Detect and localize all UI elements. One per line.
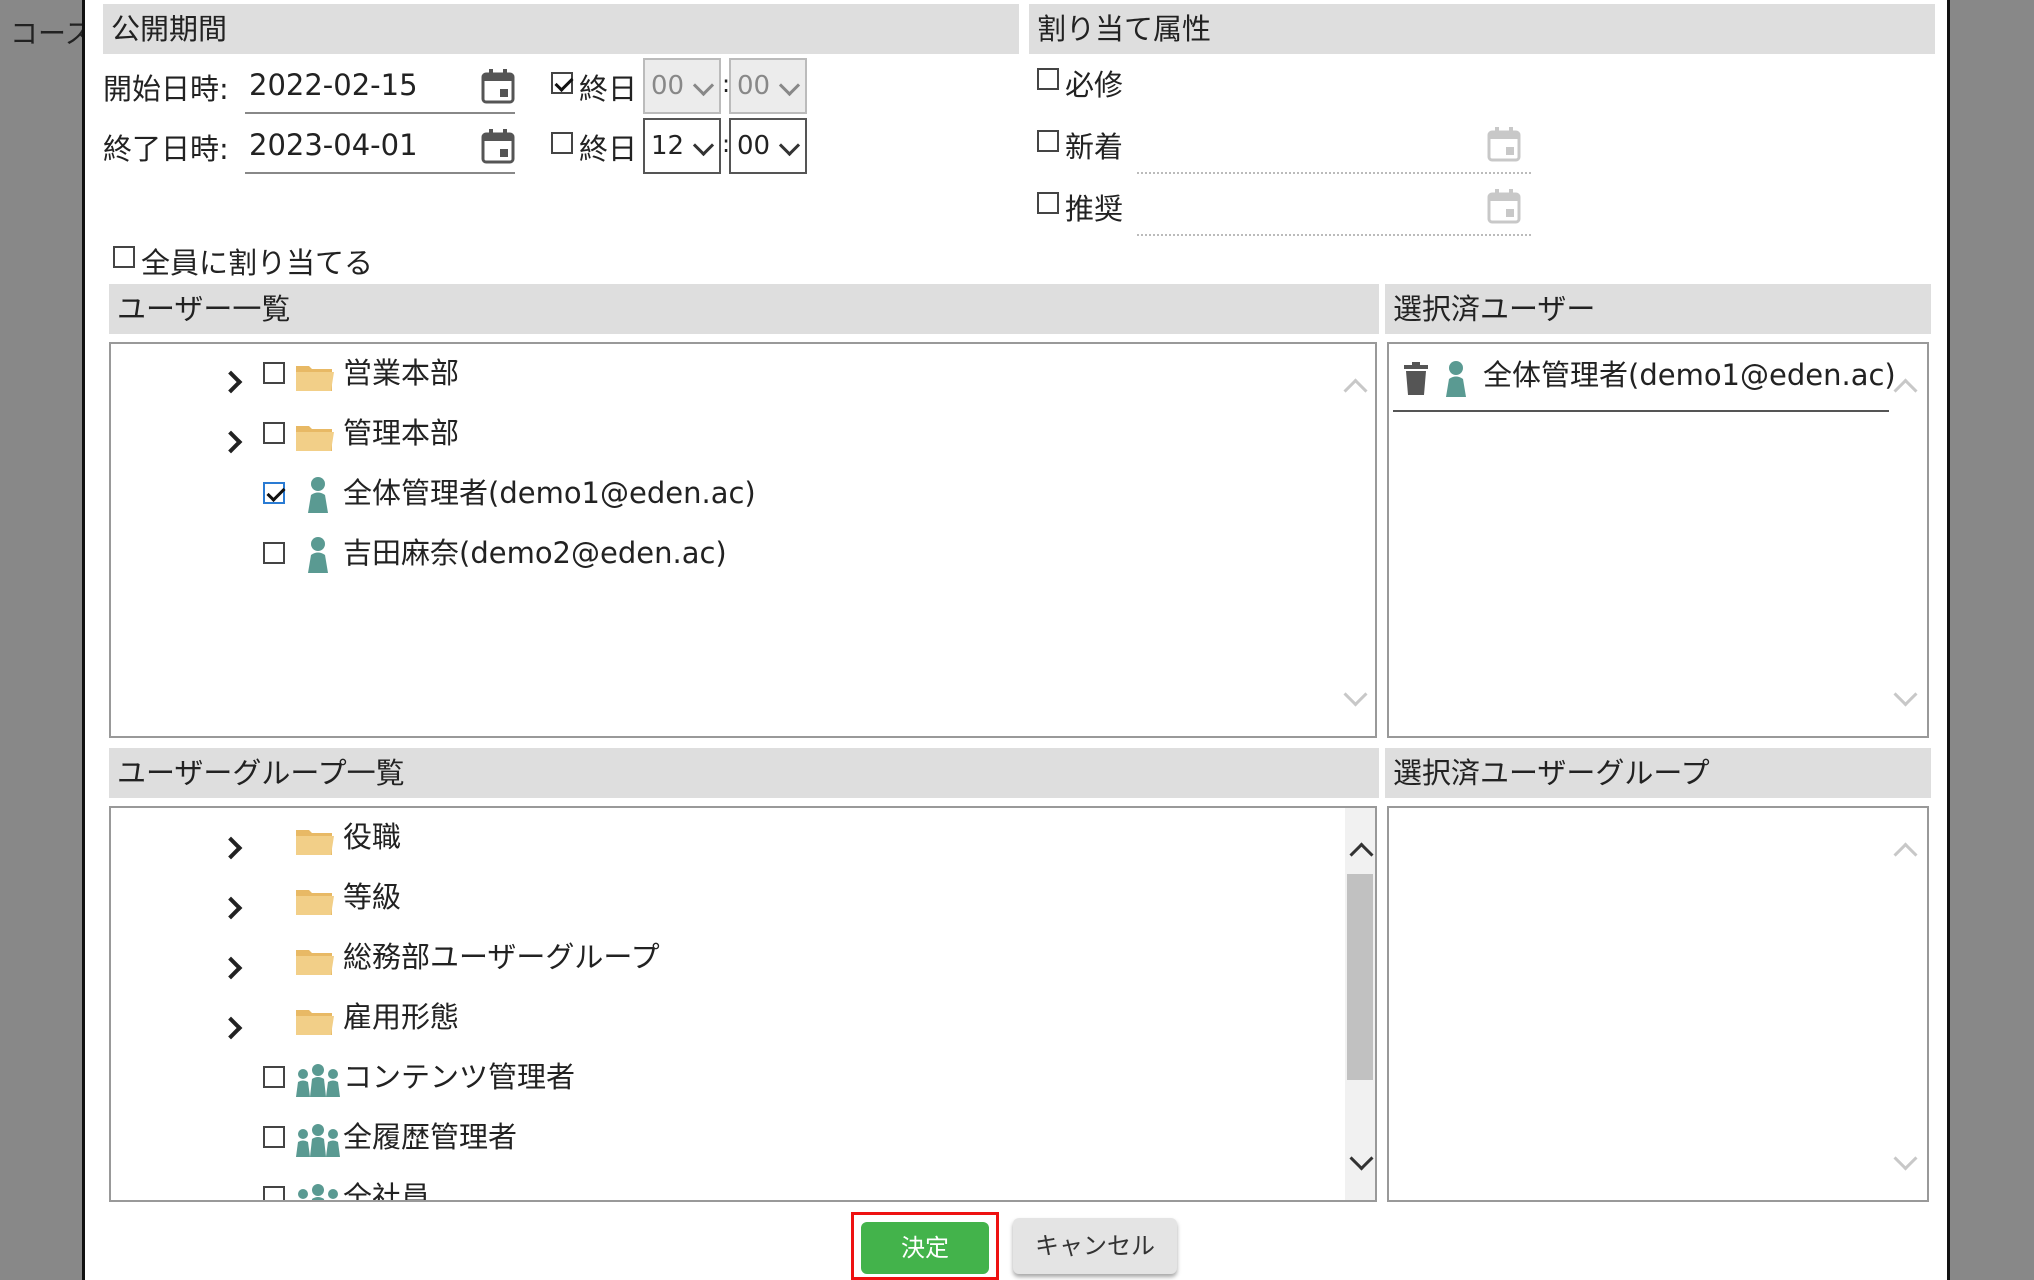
end-minute-select[interactable]: 00 [729, 118, 807, 174]
user-tree-label[interactable]: 全体管理者(demo1@eden.ac) [343, 468, 756, 518]
expand-icon[interactable] [219, 370, 243, 394]
folder-icon [296, 950, 334, 975]
expand-icon[interactable] [219, 1016, 243, 1040]
recommended-date-input[interactable] [1137, 184, 1531, 236]
start-allday-checkbox[interactable] [551, 72, 573, 94]
calendar-icon[interactable] [481, 68, 515, 104]
background-title: コース [10, 17, 93, 50]
required-checkbox[interactable] [1037, 68, 1059, 90]
scroll-up-icon[interactable] [1893, 842, 1918, 867]
expand-icon[interactable] [219, 956, 243, 980]
folder-icon [296, 426, 334, 451]
user-icon [308, 477, 328, 513]
end-hour-select[interactable]: 12 [643, 118, 721, 174]
required-label: 必修 [1065, 68, 1124, 102]
chevron-down-icon [692, 134, 715, 157]
folder-icon [296, 890, 334, 915]
group-tree-scrollbar[interactable] [1345, 808, 1375, 1200]
user-tree-checkbox[interactable] [263, 422, 285, 444]
expand-icon[interactable] [219, 430, 243, 454]
group-tree-label[interactable]: 総務部ユーザーグループ [343, 932, 660, 982]
scroll-down-icon[interactable] [1893, 1146, 1918, 1171]
group-tree-label[interactable]: 雇用形態 [343, 992, 459, 1042]
user-tree-label[interactable]: 吉田麻奈(demo2@eden.ac) [343, 528, 727, 578]
end-hour-value: 12 [651, 131, 685, 161]
scrollbar-thumb[interactable] [1347, 874, 1373, 1080]
start-minute-value: 00 [737, 71, 771, 101]
expand-icon[interactable] [219, 896, 243, 920]
group-list-header: ユーザーグループ一覧 [109, 748, 1379, 798]
group-tree-label[interactable]: 全履歴管理者 [343, 1112, 517, 1162]
start-date-input[interactable]: 2022-02-15 [245, 62, 515, 114]
group-tree-checkbox[interactable] [263, 1186, 285, 1200]
user-tree[interactable]: 営業本部 管理本部 全体管理者(demo1@eden.ac) 吉田麻奈(demo… [109, 342, 1377, 738]
chevron-down-icon [778, 74, 801, 97]
selected-user-label: 全体管理者(demo1@eden.ac) [1483, 358, 1896, 392]
selected-users-list: 全体管理者(demo1@eden.ac) [1387, 342, 1929, 738]
scroll-down-icon[interactable] [1349, 1146, 1374, 1171]
end-date-label: 終了日時: [103, 132, 229, 166]
group-tree-checkbox[interactable] [263, 1126, 285, 1148]
start-allday-label: 終日 [579, 72, 638, 106]
start-hour-value: 00 [651, 71, 685, 101]
group-tree-label[interactable]: 役職 [343, 812, 401, 862]
scroll-down-icon[interactable] [1893, 682, 1918, 707]
new-label: 新着 [1065, 130, 1124, 164]
end-date-value: 2023-04-01 [249, 128, 418, 162]
user-list-header: ユーザー一覧 [109, 284, 1379, 334]
calendar-icon[interactable] [481, 128, 515, 164]
expand-icon[interactable] [219, 836, 243, 860]
scroll-up-icon[interactable] [1893, 378, 1918, 403]
selected-groups-header: 選択済ユーザーグループ [1385, 748, 1931, 798]
calendar-icon[interactable] [1487, 188, 1521, 224]
group-tree-label[interactable]: 等級 [343, 872, 401, 922]
period-header: 公開期間 [103, 4, 1019, 54]
end-minute-value: 00 [737, 131, 771, 161]
user-tree-checkbox[interactable] [263, 362, 285, 384]
cancel-button[interactable]: キャンセル [1013, 1218, 1177, 1274]
selected-groups-list [1387, 806, 1929, 1202]
recommended-checkbox[interactable] [1037, 192, 1059, 214]
folder-icon [296, 1010, 334, 1035]
user-icon [308, 537, 328, 573]
trash-icon[interactable] [1403, 362, 1429, 396]
group-tree-label[interactable]: 全社員 [343, 1172, 430, 1200]
start-minute-select[interactable]: 00 [729, 58, 807, 114]
calendar-icon[interactable] [1487, 126, 1521, 162]
start-hour-select[interactable]: 00 [643, 58, 721, 114]
new-date-input[interactable] [1137, 122, 1531, 174]
start-date-value: 2022-02-15 [249, 68, 418, 102]
user-icon [1446, 361, 1466, 397]
ok-button[interactable]: 決定 [861, 1222, 989, 1274]
user-tree-checkbox[interactable] [263, 482, 285, 504]
new-checkbox[interactable] [1037, 130, 1059, 152]
end-date-input[interactable]: 2023-04-01 [245, 122, 515, 174]
folder-icon [296, 830, 334, 855]
scroll-down-icon[interactable] [1343, 682, 1368, 707]
user-tree-label[interactable]: 営業本部 [343, 348, 459, 398]
user-group-icon [296, 1064, 340, 1097]
assignment-dialog: 公開期間 割り当て属性 開始日時: 2022-02-15 終日 00 : 00 … [82, 0, 1950, 1280]
end-allday-checkbox[interactable] [551, 132, 573, 154]
group-tree-label[interactable]: コンテンツ管理者 [343, 1052, 575, 1102]
recommended-label: 推奨 [1065, 192, 1124, 226]
group-tree[interactable]: 役職 等級 総務部ユーザーグループ 雇用形態 コンテンツ管理者 全履歴管理者 全… [109, 806, 1377, 1202]
folder-icon [296, 366, 334, 391]
chevron-down-icon [778, 134, 801, 157]
user-tree-label[interactable]: 管理本部 [343, 408, 459, 458]
selected-users-header: 選択済ユーザー [1385, 284, 1931, 334]
assign-all-label: 全員に割り当てる [141, 246, 374, 280]
user-group-icon [296, 1124, 340, 1157]
group-tree-checkbox[interactable] [263, 1066, 285, 1088]
user-tree-checkbox[interactable] [263, 542, 285, 564]
assign-all-checkbox[interactable] [113, 246, 135, 268]
selected-user-item: 全体管理者(demo1@eden.ac) [1393, 348, 1896, 412]
chevron-down-icon [692, 74, 715, 97]
scroll-up-icon[interactable] [1343, 378, 1368, 403]
end-allday-label: 終日 [579, 132, 638, 166]
scroll-up-icon[interactable] [1349, 842, 1374, 867]
user-group-icon [298, 1184, 338, 1200]
attributes-header: 割り当て属性 [1029, 4, 1935, 54]
start-date-label: 開始日時: [103, 72, 229, 106]
